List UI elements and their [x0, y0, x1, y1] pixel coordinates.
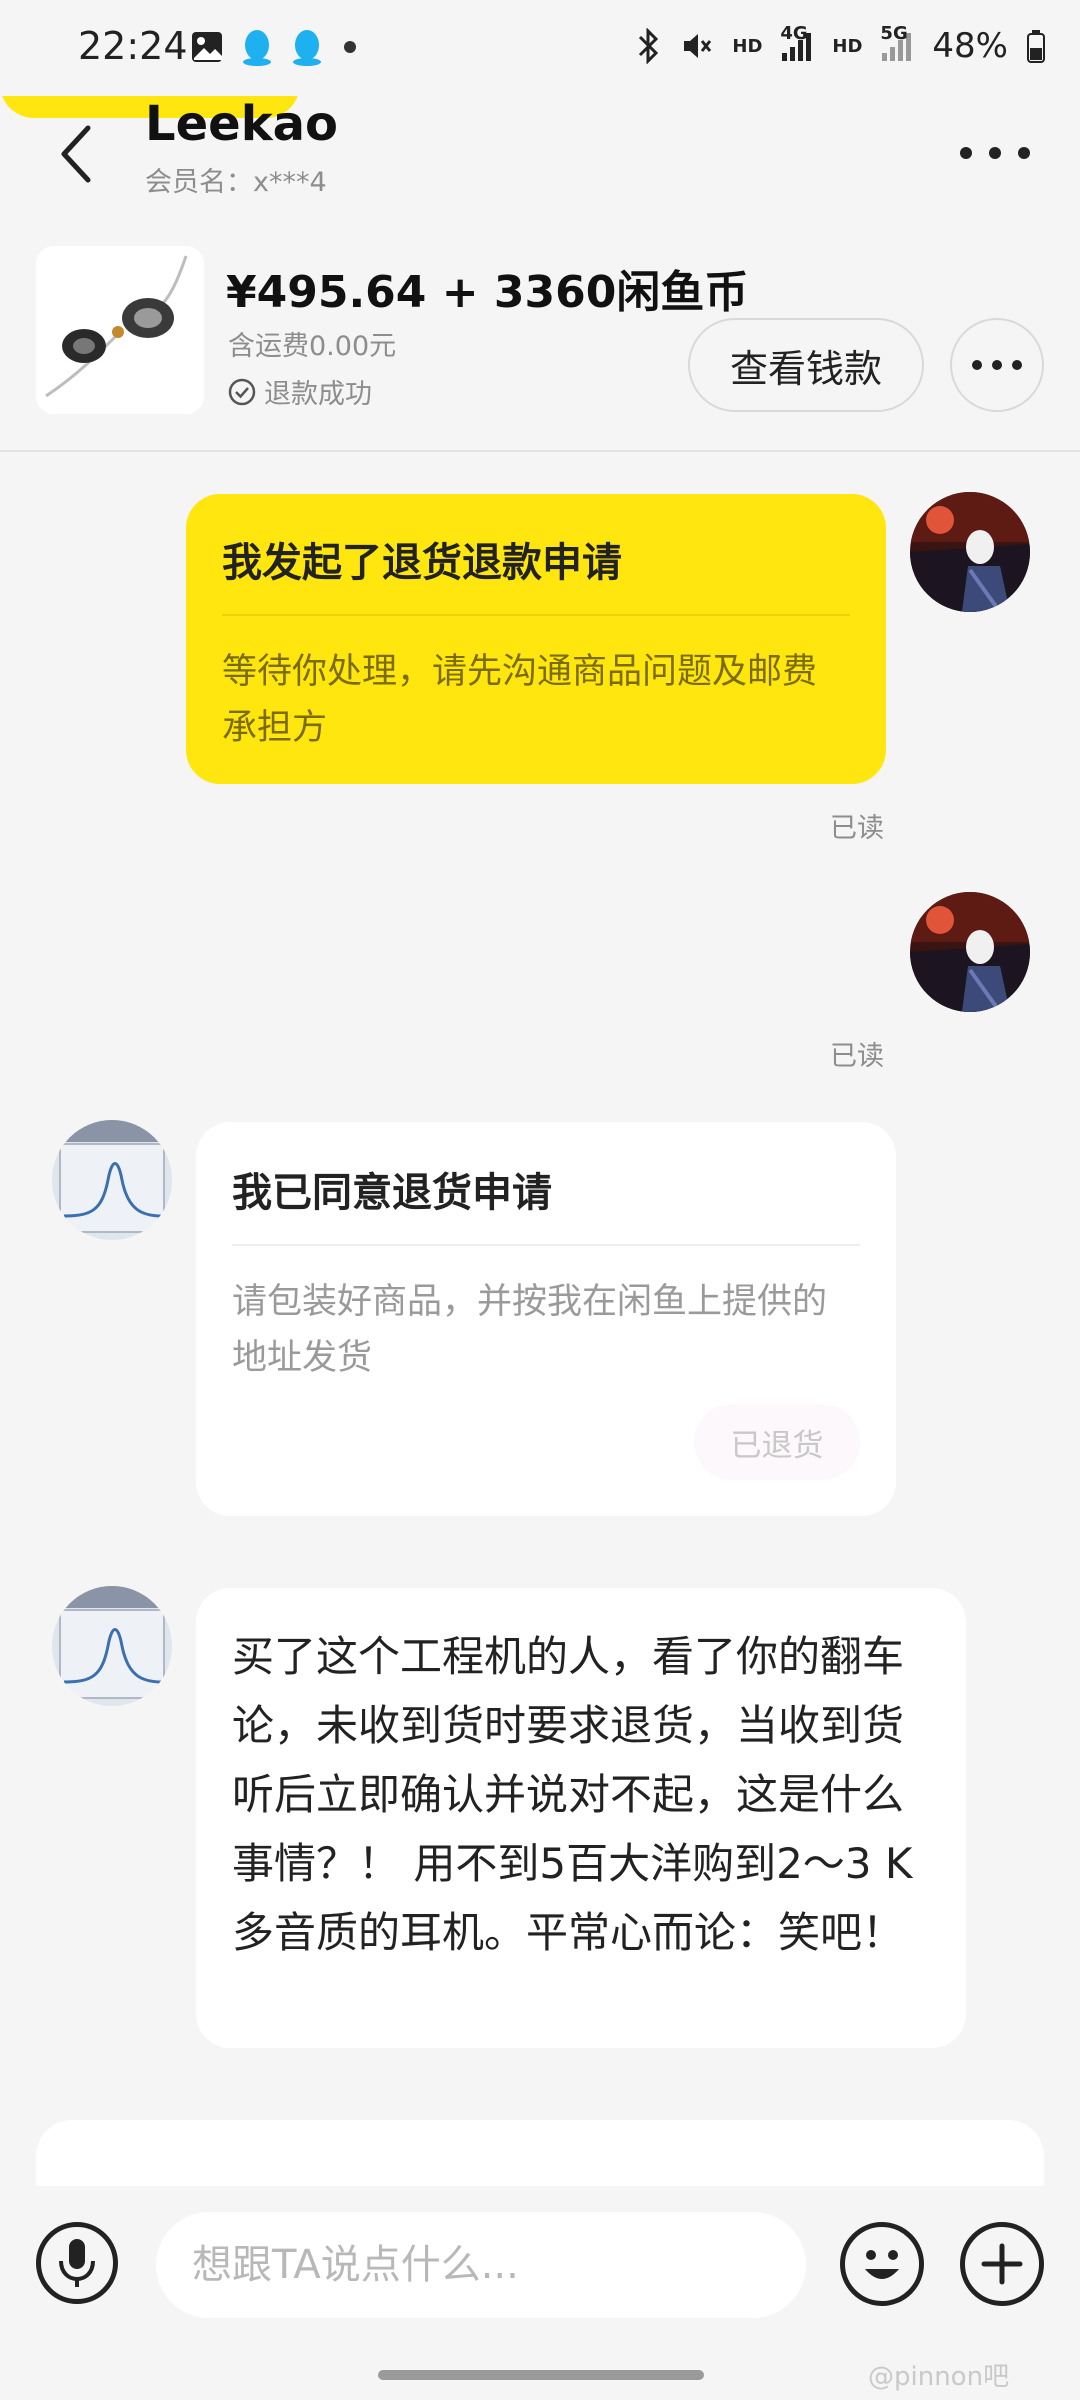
product-price: ¥495.64 + 3360闲鱼币 — [226, 267, 749, 318]
returned-tag: 已退货 — [694, 1404, 860, 1480]
card-body: 等待你处理，请先沟通商品问题及邮费承担方 — [222, 652, 818, 748]
chat-header: Leekao 会员名：x***4 — [0, 96, 1080, 216]
plus-icon — [981, 2243, 1023, 2285]
product-bar: ¥495.64 + 3360闲鱼币 含运费0.00元 退款成功 查看钱款 — [0, 228, 1080, 452]
refund-status: 退款成功 — [228, 372, 372, 411]
microphone-icon — [59, 2239, 95, 2287]
avatar-image — [52, 1120, 172, 1240]
more-dot-icon — [972, 360, 982, 370]
card-title: 我发起了退货退款申请 — [222, 540, 622, 586]
product-more-button[interactable] — [950, 318, 1044, 412]
seller-avatar[interactable] — [52, 1586, 172, 1706]
divider — [232, 1244, 860, 1246]
return-accepted-card[interactable]: 我已同意退货申请 请包装好商品，并按我在闲鱼上提供的地址发货 已退货 — [196, 1122, 896, 1516]
my-avatar[interactable] — [910, 892, 1030, 1012]
network-5g-label: 5G — [880, 23, 908, 44]
emoji-button[interactable] — [840, 2222, 924, 2306]
contact-name[interactable]: Leekao — [145, 96, 338, 152]
read-receipt: 已读 — [830, 813, 884, 844]
view-money-button[interactable]: 查看钱款 — [688, 318, 924, 412]
add-button[interactable] — [960, 2222, 1044, 2306]
status-bar: 22:24 HD 4G HD 5G 48% — [0, 0, 1080, 96]
shipping-fee: 含运费0.00元 — [228, 331, 397, 362]
more-dot-icon — [989, 147, 1001, 159]
status-time: 22:24 — [78, 24, 188, 68]
member-name: 会员名：x***4 — [145, 167, 327, 198]
avatar-image — [52, 1586, 172, 1706]
gallery-icon — [192, 32, 222, 62]
seller-avatar[interactable] — [52, 1120, 172, 1240]
smiley-icon — [865, 2250, 899, 2279]
notification-icons — [190, 28, 360, 66]
network-4g-label: 4G — [780, 23, 808, 44]
product-thumbnail[interactable] — [36, 246, 204, 414]
hd-label: HD — [832, 35, 863, 57]
back-button[interactable] — [46, 114, 106, 194]
check-circle-icon — [228, 378, 256, 405]
bluetooth-icon — [639, 28, 659, 64]
home-indicator[interactable] — [378, 2370, 704, 2380]
status-right: HD 4G HD 5G 48% — [636, 23, 1046, 66]
signal-4g: 4G — [780, 23, 814, 63]
divider — [222, 614, 850, 616]
avatar-image — [910, 492, 1030, 612]
more-dot-icon — [960, 147, 972, 159]
return-request-card[interactable]: 我发起了退货退款申请 等待你处理，请先沟通商品问题及邮费承担方 — [186, 494, 886, 784]
more-dot-icon — [1012, 360, 1022, 370]
battery-percent: 48% — [932, 26, 1008, 66]
chevron-left-icon — [61, 125, 91, 183]
qq-icon — [293, 30, 321, 66]
message-bubble[interactable]: 买了这个工程机的人，看了你的翻车论，未收到货时要求退货，当收到货听后立即确认并说… — [196, 1588, 966, 2048]
refund-status-label: 退款成功 — [264, 379, 372, 410]
qq-icon — [243, 30, 271, 66]
card-body: 请包装好商品，并按我在闲鱼上提供的地址发货 — [232, 1282, 828, 1378]
more-options-button[interactable] — [960, 128, 1030, 178]
voice-button[interactable] — [36, 2222, 118, 2304]
mute-icon — [684, 34, 712, 58]
card-title: 我已同意退货申请 — [232, 1170, 552, 1216]
my-avatar[interactable] — [910, 492, 1030, 612]
hd-label: HD — [732, 35, 763, 57]
more-notifications-icon — [344, 41, 356, 53]
more-dot-icon — [992, 360, 1002, 370]
message-input[interactable] — [156, 2212, 806, 2318]
more-dot-icon — [1018, 147, 1030, 159]
avatar-image — [910, 892, 1030, 1012]
earphone-image — [36, 246, 204, 414]
watermark: @pinnon吧 — [868, 2362, 1010, 2392]
signal-5g: 5G — [880, 23, 914, 63]
read-receipt: 已读 — [830, 1041, 884, 1072]
battery-icon — [1027, 30, 1045, 63]
